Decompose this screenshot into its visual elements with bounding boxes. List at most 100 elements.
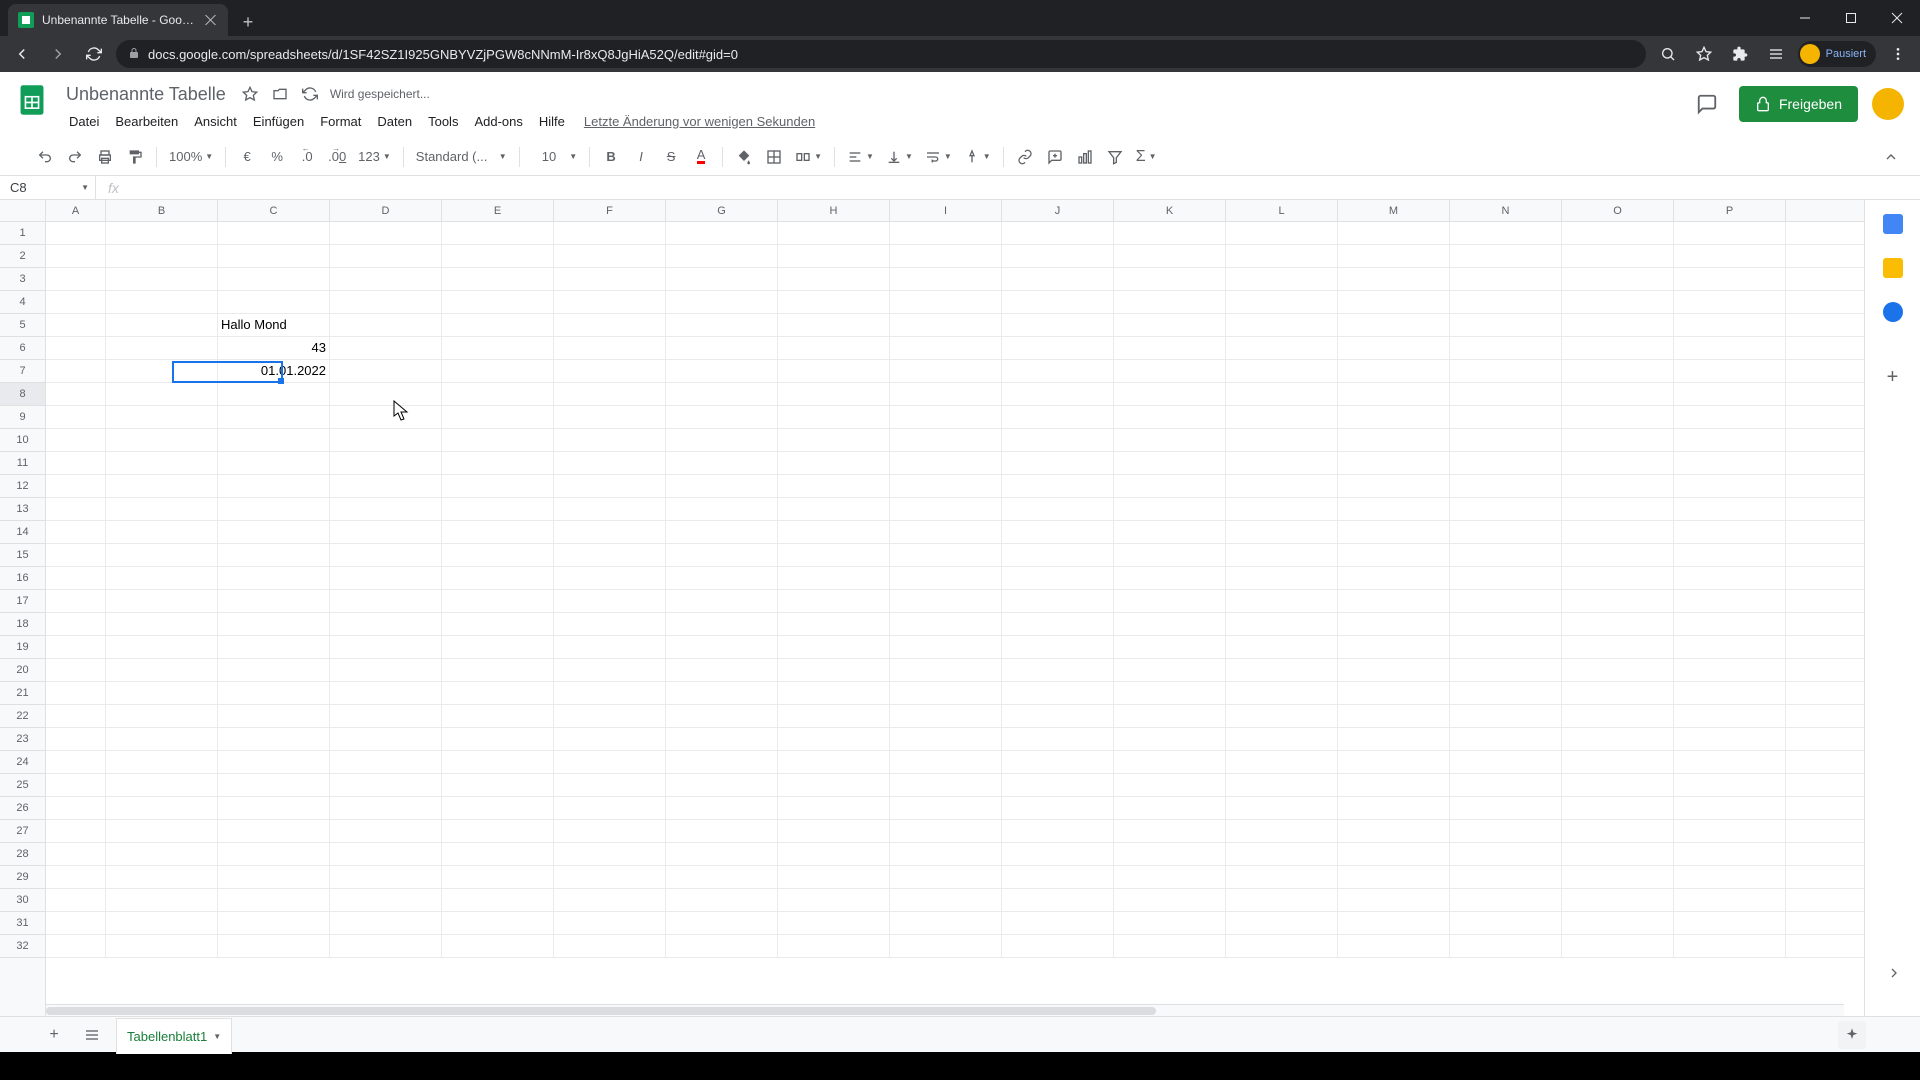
cell[interactable] <box>1562 383 1674 405</box>
cell[interactable] <box>1226 337 1338 359</box>
cell[interactable] <box>442 406 554 428</box>
cell[interactable] <box>46 705 106 727</box>
cell[interactable] <box>1114 406 1226 428</box>
cell[interactable] <box>330 935 442 957</box>
cell[interactable] <box>218 912 330 934</box>
cell[interactable] <box>1338 383 1450 405</box>
cell[interactable] <box>890 245 1002 267</box>
cell[interactable] <box>1002 521 1114 543</box>
cell[interactable] <box>1114 360 1226 382</box>
cell[interactable] <box>666 843 778 865</box>
cell[interactable] <box>890 429 1002 451</box>
cell[interactable] <box>46 590 106 612</box>
menu-view[interactable]: Ansicht <box>187 111 244 132</box>
name-box[interactable]: C8▼ <box>0 180 95 195</box>
cell[interactable] <box>554 498 666 520</box>
cell[interactable] <box>106 889 218 911</box>
cell[interactable] <box>218 245 330 267</box>
cell[interactable] <box>778 268 890 290</box>
borders-button[interactable] <box>761 144 787 170</box>
cell[interactable] <box>218 475 330 497</box>
cell[interactable] <box>1114 544 1226 566</box>
cell[interactable] <box>330 613 442 635</box>
cell[interactable] <box>218 268 330 290</box>
share-button[interactable]: Freigeben <box>1739 86 1858 122</box>
cell[interactable] <box>1562 751 1674 773</box>
cell[interactable] <box>1450 475 1562 497</box>
row-header[interactable]: 13 <box>0 498 45 521</box>
cell[interactable] <box>1002 820 1114 842</box>
formula-bar[interactable] <box>131 176 1920 199</box>
cell[interactable] <box>666 383 778 405</box>
cell[interactable] <box>1002 544 1114 566</box>
cell[interactable] <box>890 820 1002 842</box>
cell[interactable] <box>46 797 106 819</box>
cell[interactable] <box>1226 360 1338 382</box>
cell[interactable] <box>46 521 106 543</box>
cell[interactable] <box>106 659 218 681</box>
cell[interactable] <box>778 360 890 382</box>
cell[interactable] <box>1226 774 1338 796</box>
cell[interactable] <box>1002 268 1114 290</box>
cell[interactable] <box>1114 751 1226 773</box>
cell[interactable] <box>1562 728 1674 750</box>
cell[interactable] <box>778 337 890 359</box>
star-icon[interactable] <box>240 84 260 104</box>
cell[interactable] <box>1450 866 1562 888</box>
cell[interactable] <box>218 567 330 589</box>
cell[interactable] <box>554 682 666 704</box>
cell[interactable] <box>1338 452 1450 474</box>
row-header[interactable]: 22 <box>0 705 45 728</box>
cell[interactable] <box>1338 682 1450 704</box>
cell[interactable] <box>1002 245 1114 267</box>
cell[interactable] <box>1450 705 1562 727</box>
cell[interactable] <box>1338 337 1450 359</box>
cell[interactable] <box>106 383 218 405</box>
cell[interactable] <box>1450 751 1562 773</box>
cell[interactable] <box>106 613 218 635</box>
row-header[interactable]: 19 <box>0 636 45 659</box>
cell[interactable] <box>218 774 330 796</box>
cell[interactable] <box>1114 590 1226 612</box>
cell[interactable] <box>1114 912 1226 934</box>
cell[interactable] <box>1226 521 1338 543</box>
insert-comment-button[interactable] <box>1042 144 1068 170</box>
cell[interactable] <box>442 935 554 957</box>
text-color-button[interactable]: A <box>688 144 714 170</box>
cell[interactable] <box>1338 360 1450 382</box>
cell[interactable] <box>442 843 554 865</box>
cell[interactable] <box>1338 590 1450 612</box>
profile-chip[interactable]: Pausiert <box>1798 41 1876 67</box>
cell[interactable] <box>218 659 330 681</box>
cell[interactable] <box>1450 843 1562 865</box>
cell[interactable] <box>1226 590 1338 612</box>
cell[interactable] <box>666 544 778 566</box>
row-header[interactable]: 32 <box>0 935 45 958</box>
cell[interactable] <box>46 383 106 405</box>
cell[interactable] <box>1226 429 1338 451</box>
cell[interactable] <box>1562 590 1674 612</box>
cell[interactable] <box>442 268 554 290</box>
cell[interactable] <box>1450 314 1562 336</box>
cell[interactable] <box>1450 452 1562 474</box>
cell[interactable] <box>554 797 666 819</box>
row-header[interactable]: 21 <box>0 682 45 705</box>
cell[interactable] <box>330 659 442 681</box>
cell[interactable] <box>106 544 218 566</box>
cell[interactable] <box>330 429 442 451</box>
cell[interactable] <box>1002 797 1114 819</box>
cell[interactable] <box>442 889 554 911</box>
cell[interactable] <box>106 774 218 796</box>
cell[interactable] <box>218 705 330 727</box>
cell[interactable] <box>1450 636 1562 658</box>
cell[interactable] <box>554 843 666 865</box>
cell[interactable] <box>106 636 218 658</box>
cell[interactable] <box>1338 268 1450 290</box>
cell[interactable] <box>1338 659 1450 681</box>
cell[interactable] <box>1226 544 1338 566</box>
cell[interactable] <box>1562 613 1674 635</box>
cell[interactable] <box>1450 429 1562 451</box>
cell[interactable] <box>442 820 554 842</box>
cell[interactable] <box>666 705 778 727</box>
menu-help[interactable]: Hilfe <box>532 111 572 132</box>
